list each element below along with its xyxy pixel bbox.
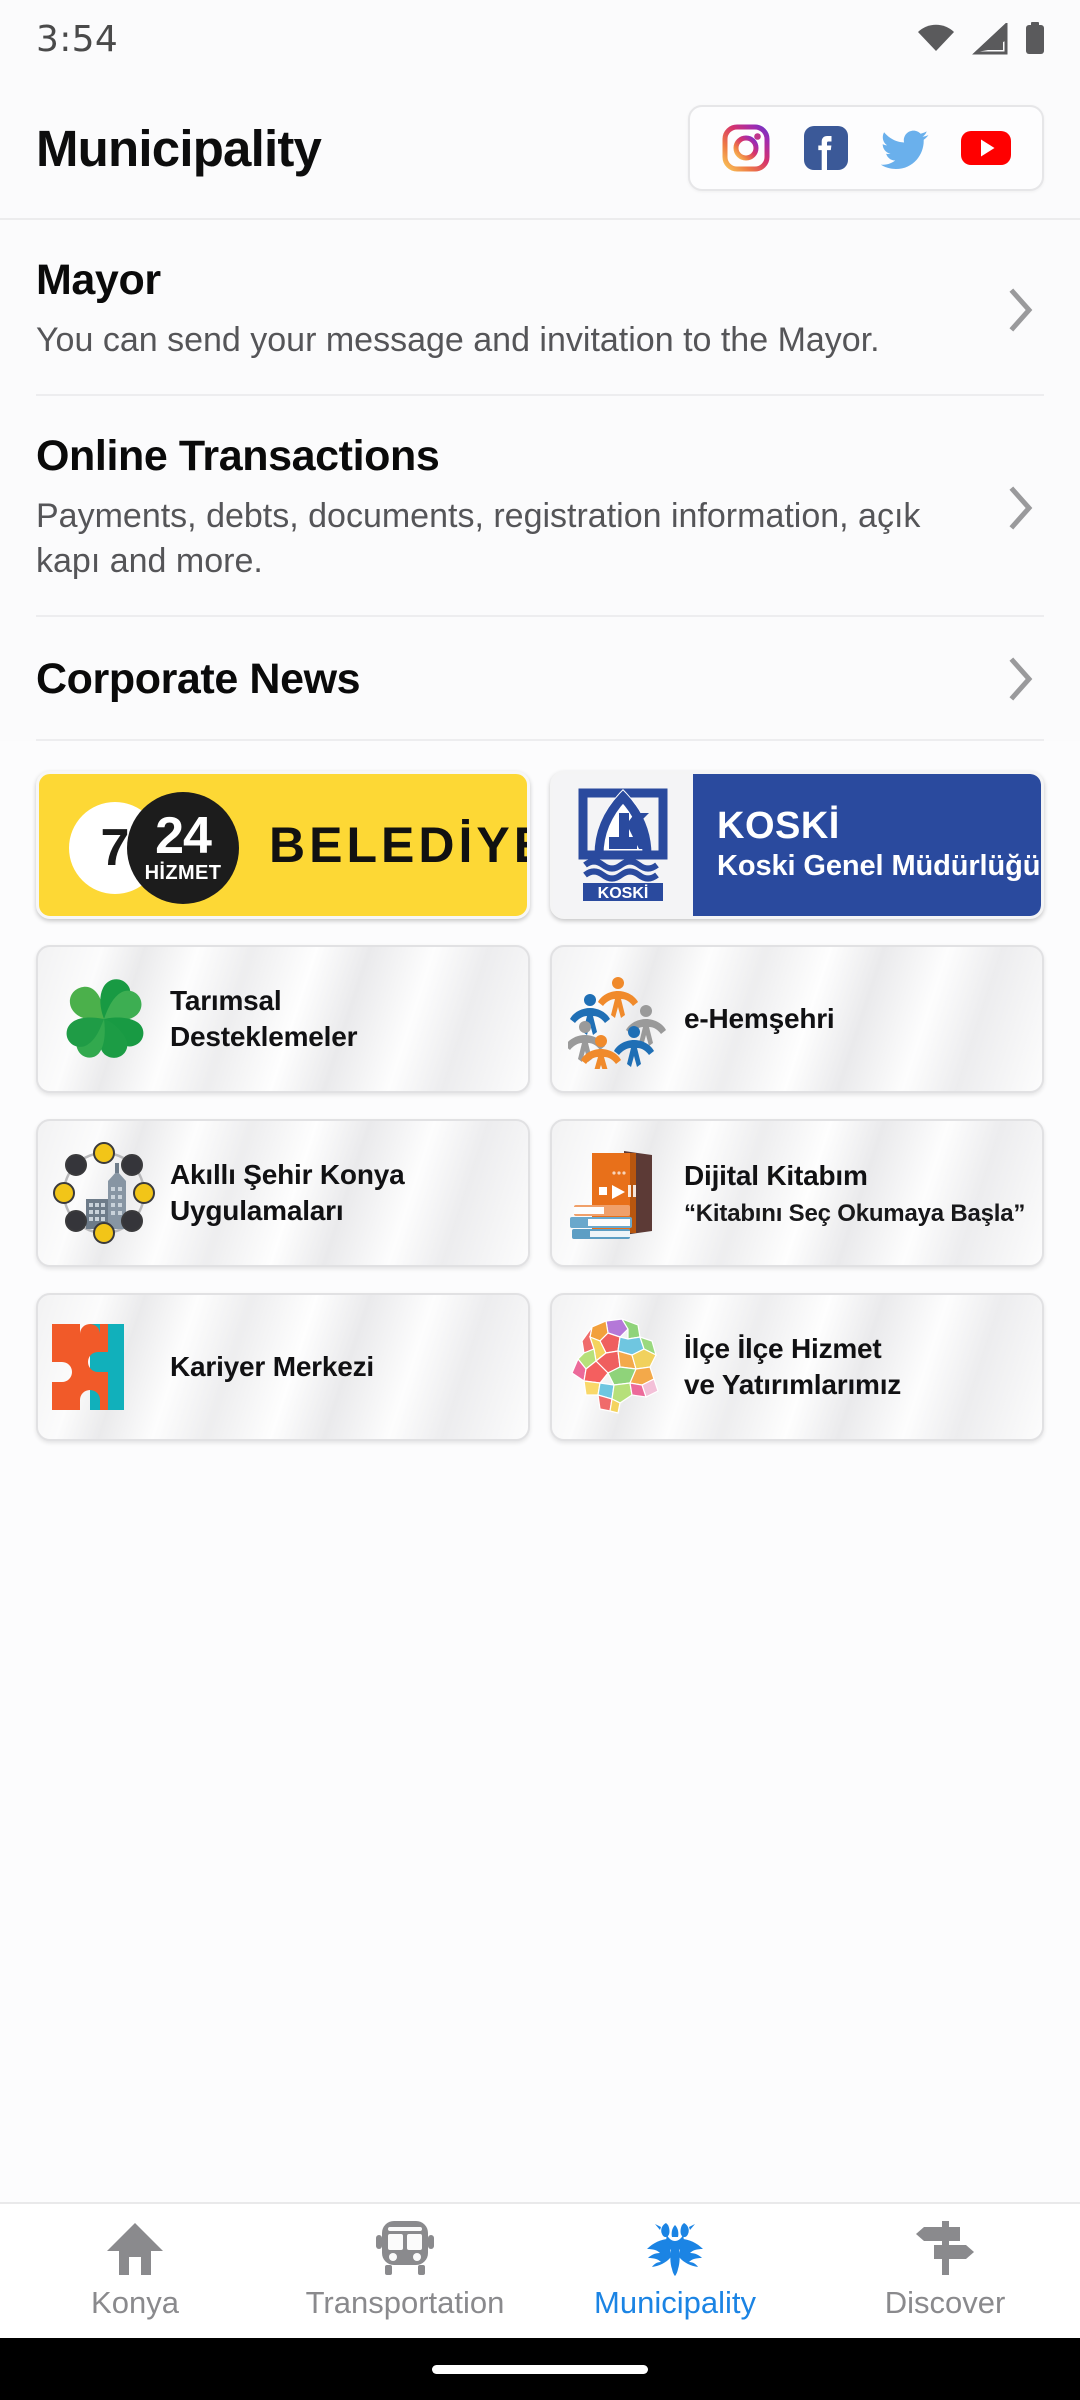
menu-item-corporate-news[interactable]: Corporate News xyxy=(36,617,1044,741)
menu-item-subtitle: Payments, debts, documents, registration… xyxy=(36,496,921,581)
nav-item-transportation[interactable]: Transportation xyxy=(270,2204,540,2338)
youtube-icon xyxy=(960,128,1012,168)
battery-icon xyxy=(1024,22,1046,56)
tile-labels: e-Hemşehri xyxy=(684,1001,851,1037)
tile-ilce-ilce-hizmet[interactable]: İlçe İlçe Hizmet ve Yatırımlarımız xyxy=(550,1292,1044,1441)
youtube-link[interactable] xyxy=(946,119,1026,177)
tile-label-line1: İlçe İlçe Hizmet xyxy=(684,1332,882,1364)
chevron-right-icon xyxy=(1004,282,1044,338)
menu-item-text: Corporate News xyxy=(36,655,1004,703)
people-circle-icon xyxy=(552,969,684,1069)
nav-item-municipality[interactable]: Municipality xyxy=(540,2204,810,2338)
tile-tarimsal-desteklemeler[interactable]: Tarımsal Desteklemeler xyxy=(36,944,530,1093)
belediye-724-logo-icon: 7 24 HİZMET xyxy=(65,786,245,904)
page-title: Municipality xyxy=(36,119,322,177)
menu-item-title: Corporate News xyxy=(36,654,361,703)
puzzle-icon xyxy=(38,1322,170,1412)
smart-city-icon xyxy=(38,1141,170,1245)
app-header: Municipality xyxy=(0,78,1080,220)
koski-logo-icon: KOSKİ xyxy=(553,773,693,916)
seven-label: 7 xyxy=(100,818,130,877)
tile-akilli-sehir-konya[interactable]: Akıllı Şehir Konya Uygulamaları xyxy=(36,1118,530,1267)
menu-list: Mayor You can send your message and invi… xyxy=(0,220,1080,741)
bus-icon xyxy=(374,2221,436,2277)
home-gesture-pill[interactable] xyxy=(432,2364,648,2374)
tile-label-line2: Desteklemeler xyxy=(170,1020,358,1052)
belediye-wordmark: BELEDİYE xyxy=(269,816,530,873)
twitter-link[interactable] xyxy=(866,119,946,177)
tile-label-line1: Dijital Kitabım xyxy=(684,1159,868,1191)
facebook-link[interactable] xyxy=(786,119,866,177)
menu-item-subtitle: You can send your message and invitation… xyxy=(36,321,880,360)
menu-item-title: Online Transactions xyxy=(36,431,440,480)
tile-kariyer-merkezi[interactable]: Kariyer Merkezi xyxy=(36,1292,530,1441)
tile-label-line1: e-Hemşehri xyxy=(684,1002,835,1034)
chevron-right-icon xyxy=(1004,651,1044,707)
service-tiles-grid: 7 24 HİZMET BELEDİYE KOSKİ KOSKİ Koski G… xyxy=(0,740,1080,1441)
menu-item-title: Mayor xyxy=(36,256,161,304)
bottom-navigation-bar: Konya Transportation Municipality Discov… xyxy=(0,2202,1080,2338)
tile-labels: Akıllı Şehir Konya Uygulamaları xyxy=(170,1157,420,1230)
app-screen: 3:54 Municipality Mayor You can send you… xyxy=(0,0,1080,2400)
tile-label-line1: Kariyer Merkezi xyxy=(170,1350,375,1382)
tile-label-line2: Uygulamaları xyxy=(170,1194,344,1226)
district-map-icon xyxy=(552,1315,684,1419)
wifi-icon xyxy=(916,23,956,55)
hizmet-label: HİZMET xyxy=(144,861,222,884)
tile-belediye-724[interactable]: 7 24 HİZMET BELEDİYE xyxy=(36,770,530,919)
books-icon xyxy=(552,1145,684,1241)
nav-item-discover[interactable]: Discover xyxy=(810,2204,1080,2338)
nav-label: Discover xyxy=(884,2285,1006,2320)
twentyfour-label: 24 xyxy=(155,807,212,866)
status-icons xyxy=(916,22,1046,56)
instagram-icon xyxy=(722,124,770,172)
tile-sublabel: “Kitabını Seç Okumaya Başla” xyxy=(684,1200,1026,1228)
tile-label-line1: Tarımsal xyxy=(170,984,282,1016)
menu-item-text: Online Transactions Payments, debts, doc… xyxy=(36,432,1004,585)
double-headed-eagle-icon xyxy=(639,2221,711,2277)
signpost-icon xyxy=(914,2221,976,2277)
tile-koski[interactable]: KOSKİ KOSKİ Koski Genel Müdürlüğü xyxy=(550,770,1044,919)
twentyfour-circle: 24 HİZMET xyxy=(127,791,239,904)
facebook-icon xyxy=(802,124,850,172)
cellular-signal-icon xyxy=(972,23,1008,55)
status-bar: 3:54 xyxy=(0,0,1080,78)
tile-e-hemsehri[interactable]: e-Hemşehri xyxy=(550,944,1044,1093)
menu-item-mayor[interactable]: Mayor You can send your message and invi… xyxy=(36,220,1044,396)
nav-label: Municipality xyxy=(594,2285,756,2320)
nav-label: Transportation xyxy=(305,2285,505,2320)
system-gesture-bar xyxy=(0,2338,1080,2400)
nav-label: Konya xyxy=(91,2285,179,2320)
menu-item-text: Mayor You can send your message and invi… xyxy=(36,256,1004,364)
tile-label-line1: Akıllı Şehir Konya xyxy=(170,1158,405,1190)
nav-item-konya[interactable]: Konya xyxy=(0,2204,270,2338)
tile-labels: Tarımsal Desteklemeler xyxy=(170,983,373,1056)
social-links-bar xyxy=(688,105,1044,191)
svg-text:KOSKİ: KOSKİ xyxy=(598,884,649,902)
koski-text-block: KOSKİ Koski Genel Müdürlüğü xyxy=(693,773,1041,916)
tile-labels: Dijital Kitabım “Kitabını Seç Okumaya Ba… xyxy=(684,1158,1041,1228)
tile-labels: Kariyer Merkezi xyxy=(170,1349,390,1385)
instagram-link[interactable] xyxy=(706,119,786,177)
menu-item-online-transactions[interactable]: Online Transactions Payments, debts, doc… xyxy=(36,396,1044,617)
tile-label-line2: ve Yatırımlarımız xyxy=(684,1368,902,1400)
twitter-icon xyxy=(881,124,931,172)
koski-title: KOSKİ xyxy=(717,804,840,847)
clover-icon xyxy=(38,969,170,1069)
tile-dijital-kitabim[interactable]: Dijital Kitabım “Kitabını Seç Okumaya Ba… xyxy=(550,1118,1044,1267)
koski-subtitle: Koski Genel Müdürlüğü xyxy=(717,850,1041,883)
status-time: 3:54 xyxy=(36,18,119,60)
home-icon xyxy=(105,2221,165,2277)
content-spacer xyxy=(0,1440,1080,2202)
tile-labels: İlçe İlçe Hizmet ve Yatırımlarımız xyxy=(684,1331,917,1404)
chevron-right-icon xyxy=(1004,480,1044,536)
